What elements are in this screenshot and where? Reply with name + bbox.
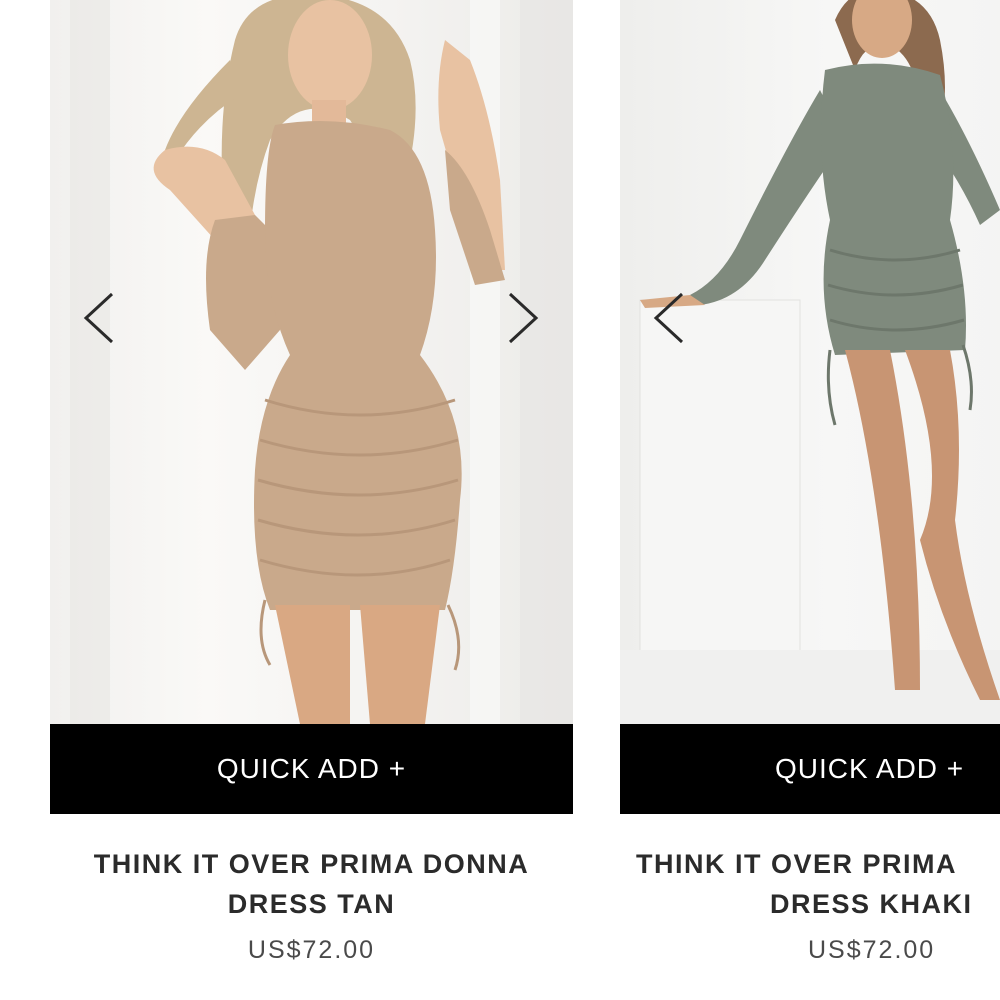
quick-add-button[interactable]: QUICK ADD + — [50, 724, 573, 814]
product-title-line: THINK IT OVER PRIMA — [636, 849, 958, 879]
product-photo[interactable] — [620, 0, 1000, 724]
product-title-line: DRESS TAN — [227, 889, 396, 919]
product-title-link[interactable]: THINK IT OVER PRIMA DRESS KHAKI — [620, 844, 1000, 924]
product-title-line: DRESS KHAKI — [770, 889, 973, 919]
carousel-prev-button[interactable] — [80, 290, 120, 346]
product-price: US$72.00 — [247, 936, 376, 964]
product-image[interactable] — [620, 0, 1000, 724]
carousel-prev-button[interactable] — [650, 290, 690, 346]
product-photo[interactable] — [50, 0, 573, 724]
product-image[interactable] — [50, 0, 573, 724]
product-card[interactable]: QUICK ADD + THINK IT OVER PRIMA DRESS KH… — [620, 0, 1000, 965]
quick-add-button[interactable]: QUICK ADD + — [620, 724, 1000, 814]
chevron-left-icon — [83, 292, 114, 344]
product-price: US$72.00 — [808, 936, 936, 964]
product-title-link[interactable]: THINK IT OVER PRIMA DONNA DRESS TAN — [50, 844, 573, 924]
chevron-left-icon — [653, 292, 684, 344]
product-grid: QUICK ADD + THINK IT OVER PRIMA DONNA DR… — [0, 0, 1000, 1000]
chevron-right-icon — [508, 292, 539, 344]
product-title-line: THINK IT OVER PRIMA DONNA — [93, 849, 530, 879]
carousel-next-button[interactable] — [502, 290, 542, 346]
product-card[interactable]: QUICK ADD + THINK IT OVER PRIMA DONNA DR… — [50, 0, 573, 965]
